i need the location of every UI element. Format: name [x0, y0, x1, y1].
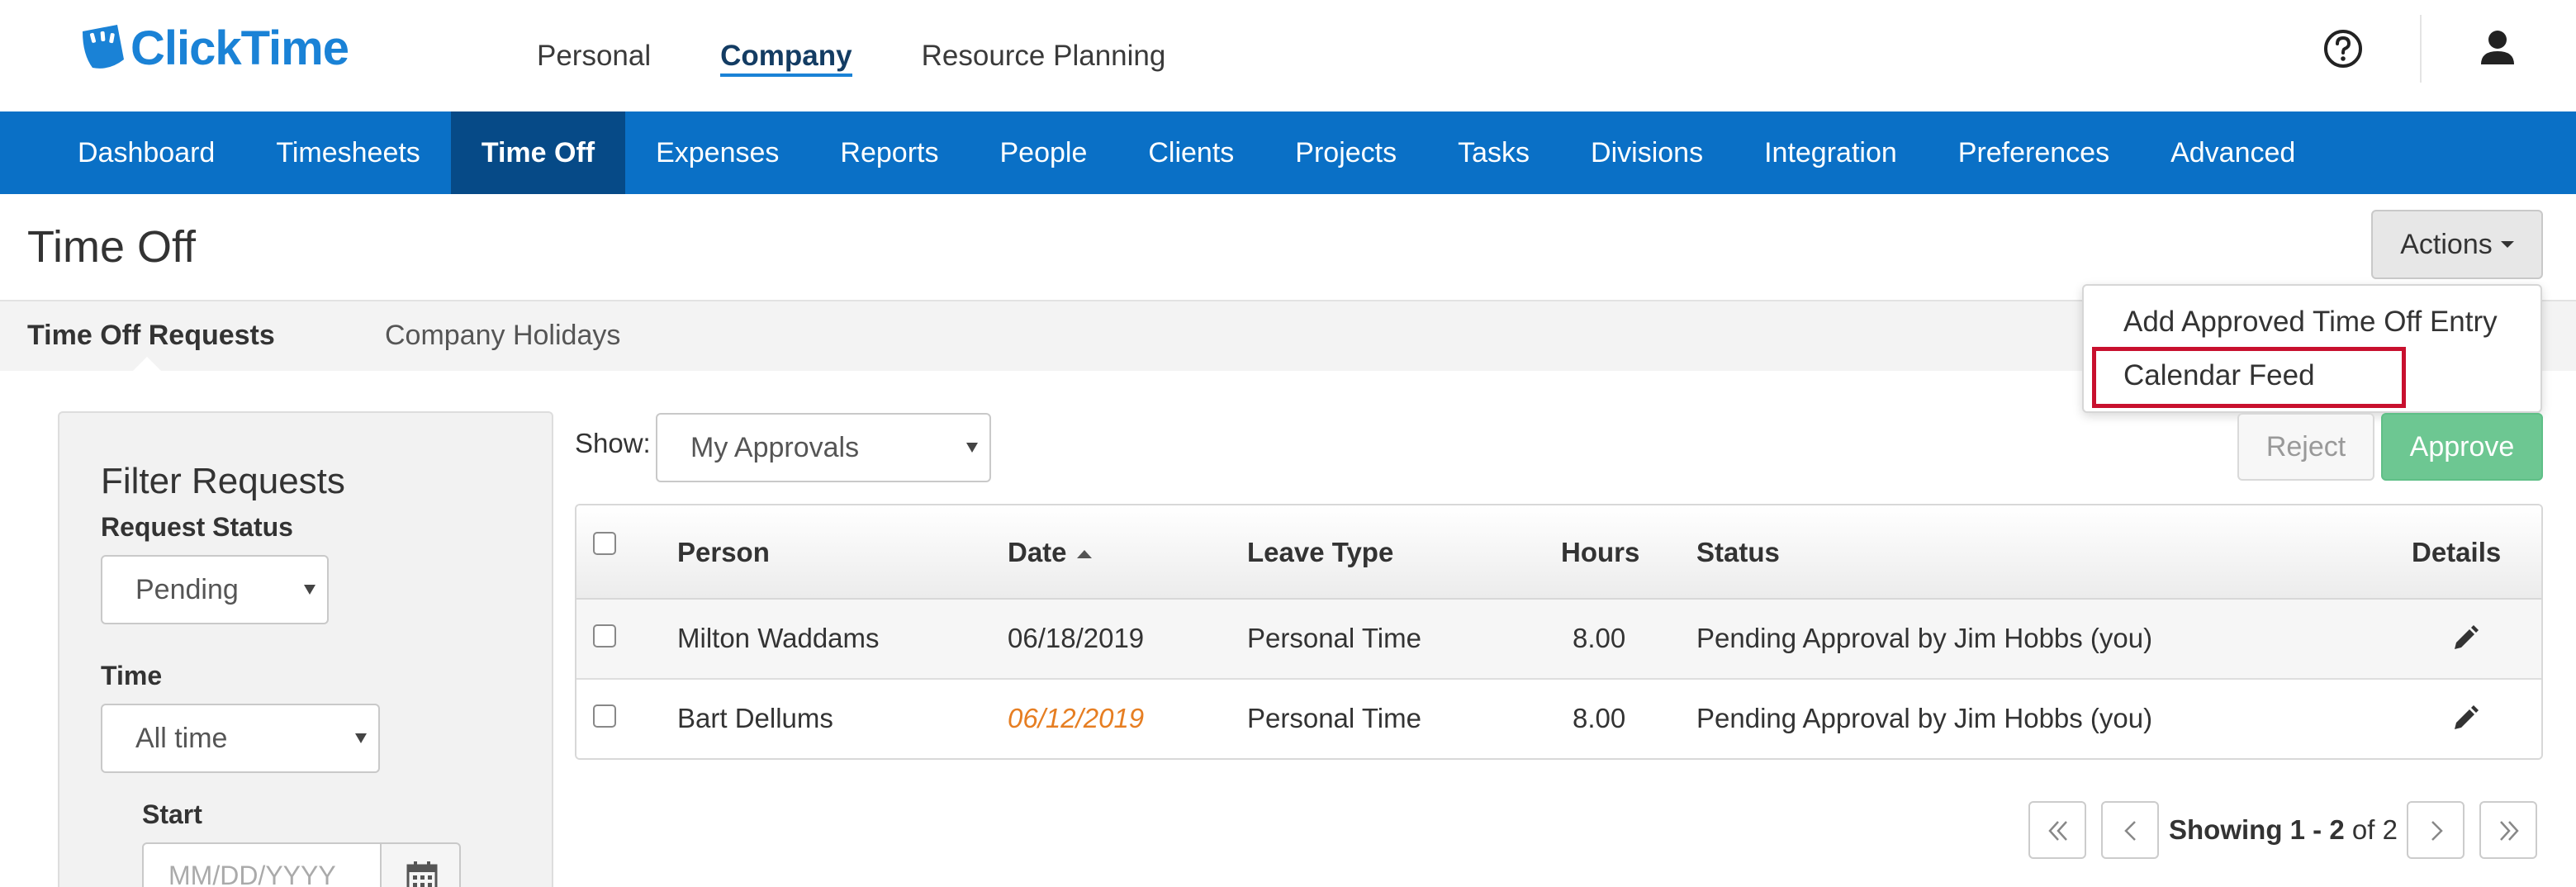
nav-timesheets[interactable]: Timesheets [245, 111, 450, 194]
show-select[interactable]: My Approvals [656, 413, 991, 482]
cell-date: 06/18/2019 [1008, 623, 1145, 653]
cell-hours: 8.00 [1573, 703, 1626, 733]
nav-expenses[interactable]: Expenses [625, 111, 809, 194]
reject-button[interactable]: Reject [2237, 413, 2374, 481]
last-page-icon [2500, 821, 2519, 841]
column-date[interactable]: Date [1008, 537, 1092, 568]
request-status-select[interactable]: Pending [101, 555, 329, 624]
show-label: Show: [575, 428, 651, 458]
cell-leave-type: Personal Time [1247, 623, 1421, 653]
main-nav: Dashboard Timesheets Time Off Expenses R… [0, 111, 2576, 194]
header-divider [2420, 15, 2422, 83]
logo[interactable]: ClickTime [76, 21, 349, 75]
time-value: All time [135, 722, 228, 754]
nav-dashboard[interactable]: Dashboard [47, 111, 245, 194]
cell-date: 06/12/2019 [1008, 703, 1145, 733]
nav-integration[interactable]: Integration [1734, 111, 1928, 194]
dropdown-arrow-icon [304, 585, 315, 595]
actions-button-label: Actions [2400, 228, 2493, 260]
last-page-button[interactable] [2479, 801, 2537, 859]
active-tab-pointer [132, 357, 162, 372]
prev-page-icon [2124, 821, 2136, 841]
first-page-icon [2048, 821, 2067, 841]
table-row[interactable]: Bart Dellums 06/12/2019 Personal Time 8.… [576, 680, 2541, 758]
show-select-value: My Approvals [690, 431, 860, 463]
highlight-annotation-box [2092, 347, 2406, 408]
cell-status: Pending Approval by Jim Hobbs (you) [1696, 703, 2153, 733]
nav-time-off[interactable]: Time Off [450, 111, 626, 194]
row-checkbox[interactable] [593, 704, 616, 728]
request-status-label: Request Status [101, 512, 293, 542]
actions-button[interactable]: Actions [2371, 210, 2543, 279]
pencil-icon[interactable] [2451, 624, 2479, 652]
tab-company-holidays[interactable]: Company Holidays [385, 320, 620, 352]
page-title: Time Off [27, 222, 197, 272]
topnav-company[interactable]: Company [720, 0, 853, 111]
cell-person: Milton Waddams [677, 623, 880, 653]
requests-table: Person Date Leave Type Hours Status Deta… [575, 504, 2543, 760]
approve-button[interactable]: Approve [2381, 413, 2543, 481]
cell-hours: 8.00 [1573, 623, 1626, 653]
request-status-value: Pending [135, 573, 239, 605]
nav-tasks[interactable]: Tasks [1427, 111, 1560, 194]
user-icon[interactable] [2478, 28, 2517, 68]
nav-advanced[interactable]: Advanced [2140, 111, 2326, 194]
pagination-total: of 2 [2351, 814, 2398, 845]
column-leave-type[interactable]: Leave Type [1247, 537, 1393, 568]
start-date-input[interactable]: MM/DD/YYYY [142, 842, 382, 887]
dropdown-arrow-icon [355, 733, 367, 743]
help-icon[interactable] [2322, 28, 2364, 69]
next-page-button[interactable] [2407, 801, 2465, 859]
logo-icon [83, 25, 124, 69]
tab-time-off-requests[interactable]: Time Off Requests [27, 320, 275, 352]
nav-reports[interactable]: Reports [809, 111, 969, 194]
pagination-prefix: Showing [2169, 814, 2283, 845]
topnav-personal[interactable]: Personal [537, 0, 651, 111]
first-page-button[interactable] [2028, 801, 2086, 859]
nav-divisions[interactable]: Divisions [1560, 111, 1734, 194]
column-status[interactable]: Status [1696, 537, 1780, 568]
column-hours[interactable]: Hours [1561, 537, 1639, 568]
table-header: Person Date Leave Type Hours Status Deta… [576, 505, 2541, 600]
pagination-status: Showing 1 - 2 of 2 [2169, 814, 2398, 846]
cell-leave-type: Personal Time [1247, 703, 1421, 733]
calendar-icon [406, 861, 438, 887]
next-page-icon [2431, 821, 2443, 841]
topnav-resource-planning[interactable]: Resource Planning [922, 0, 1166, 111]
start-date-picker-button[interactable] [380, 842, 461, 887]
time-select[interactable]: All time [101, 704, 380, 773]
pencil-icon[interactable] [2451, 704, 2479, 733]
filter-panel: Filter Requests Request Status Pending T… [58, 411, 553, 887]
nav-people[interactable]: People [969, 111, 1117, 194]
menu-item-add-approved-time-off[interactable]: Add Approved Time Off Entry [2123, 306, 2498, 339]
table-row[interactable]: Milton Waddams 06/18/2019 Personal Time … [576, 600, 2541, 680]
dropdown-arrow-icon [966, 443, 978, 453]
column-details: Details [2412, 537, 2502, 567]
cell-person: Bart Dellums [677, 703, 833, 733]
nav-clients[interactable]: Clients [1117, 111, 1264, 194]
column-person[interactable]: Person [677, 537, 770, 568]
filter-title: Filter Requests [101, 461, 345, 501]
nav-preferences[interactable]: Preferences [1928, 111, 2140, 194]
cell-status: Pending Approval by Jim Hobbs (you) [1696, 623, 2153, 653]
sort-ascending-icon [1076, 550, 1092, 559]
column-date-label: Date [1008, 537, 1067, 567]
row-checkbox[interactable] [593, 624, 616, 647]
top-nav: Personal Company Resource Planning [537, 0, 1235, 111]
pagination-range: 1 - 2 [2289, 814, 2345, 845]
select-all-checkbox[interactable] [593, 532, 616, 555]
start-label: Start [142, 799, 202, 829]
time-label: Time [101, 661, 163, 690]
logo-text: ClickTime [130, 21, 349, 75]
nav-projects[interactable]: Projects [1264, 111, 1427, 194]
caret-down-icon [2500, 241, 2514, 248]
prev-page-button[interactable] [2101, 801, 2159, 859]
top-header: ClickTime Personal Company Resource Plan… [0, 0, 2576, 111]
